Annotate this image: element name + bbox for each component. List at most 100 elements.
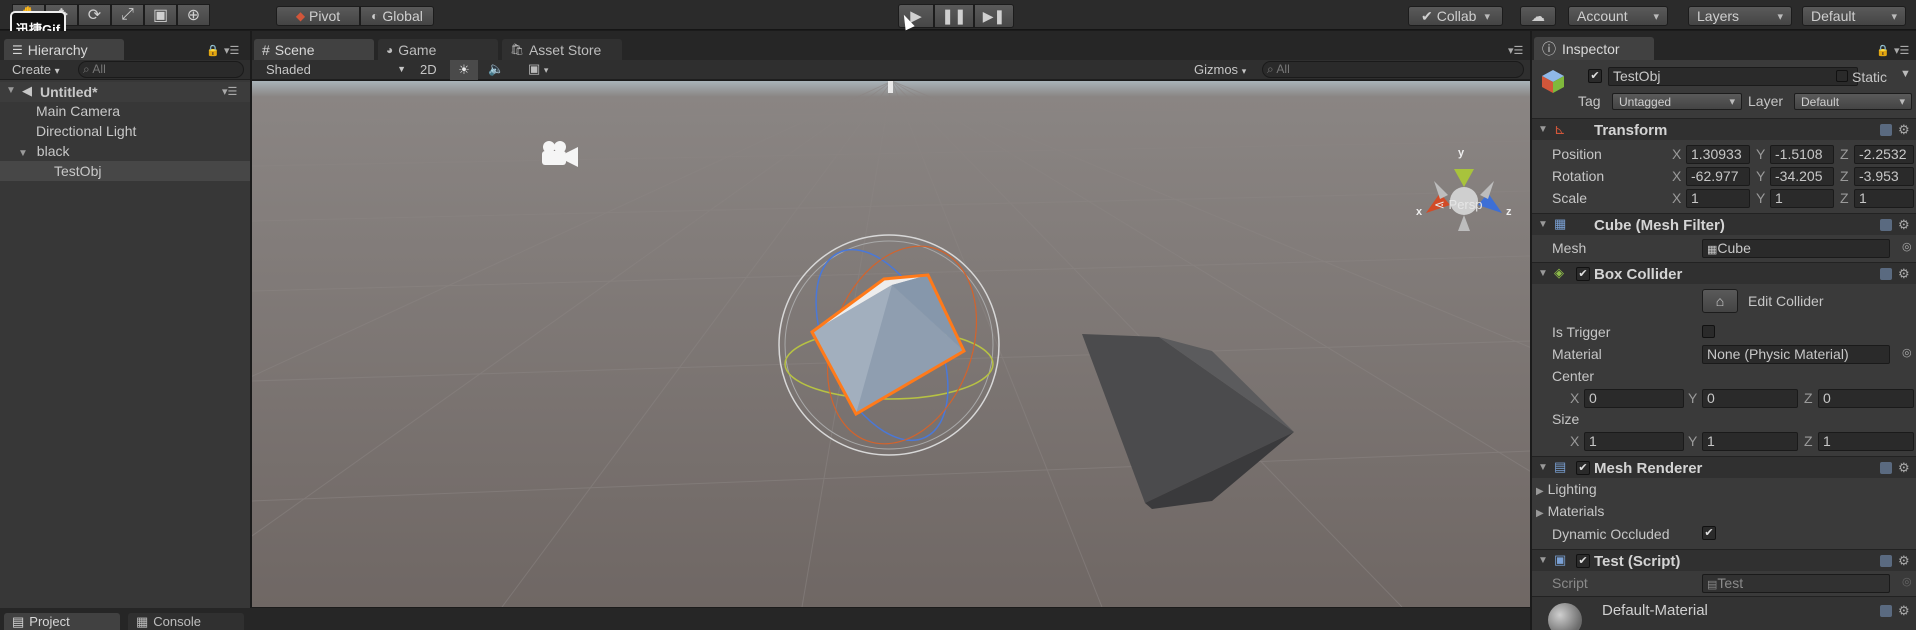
- rotate-tool-button[interactable]: ⟳: [78, 4, 111, 26]
- sun-icon[interactable]: ☀: [450, 60, 478, 80]
- edit-collider-button[interactable]: ⌂: [1702, 289, 1738, 313]
- panel-menu-icon[interactable]: ▾☰: [1894, 44, 1909, 57]
- tab-game[interactable]: ◕ Game: [378, 39, 498, 60]
- layout-dropdown[interactable]: Default: [1802, 6, 1906, 26]
- active-checkbox[interactable]: ✔: [1588, 69, 1602, 83]
- test-script-header[interactable]: ▼ ▣ ✔ Test (Script) ⚙: [1532, 549, 1916, 571]
- object-picker-icon[interactable]: ◎: [1902, 346, 1912, 359]
- hierarchy-item[interactable]: Directional Light: [36, 123, 136, 139]
- material-field[interactable]: None (Physic Material): [1702, 345, 1890, 364]
- gear-icon[interactable]: ⚙: [1898, 553, 1910, 569]
- rect-tool-button[interactable]: ▣: [144, 4, 177, 26]
- tab-hierarchy[interactable]: ☰ Hierarchy: [4, 39, 124, 60]
- size-x-field[interactable]: 1: [1584, 432, 1684, 451]
- scale-x-field[interactable]: 1: [1686, 189, 1750, 208]
- is-trigger-checkbox[interactable]: [1702, 325, 1715, 338]
- help-icon[interactable]: [1880, 555, 1892, 567]
- lock-icon[interactable]: 🔒: [206, 44, 220, 57]
- size-y-field[interactable]: 1: [1702, 432, 1798, 451]
- rotation-x-field[interactable]: -62.977: [1686, 167, 1750, 186]
- panel-menu-icon[interactable]: ▾☰: [1508, 44, 1523, 57]
- globe-icon: ◐: [371, 9, 379, 23]
- static-checkbox[interactable]: [1836, 70, 1848, 82]
- position-x-field[interactable]: 1.30933: [1686, 145, 1750, 164]
- center-x-field[interactable]: 0: [1584, 389, 1684, 408]
- gear-icon[interactable]: ⚙: [1898, 266, 1910, 282]
- account-dropdown[interactable]: Account: [1568, 6, 1668, 26]
- layers-dropdown[interactable]: Layers: [1688, 6, 1792, 26]
- global-button[interactable]: ◐ Global: [360, 6, 434, 26]
- hierarchy-item[interactable]: Main Camera: [36, 103, 120, 119]
- mesh-renderer-header[interactable]: ▼ ▤ ✔ Mesh Renderer ⚙: [1532, 456, 1916, 478]
- object-picker-icon[interactable]: ◎: [1902, 240, 1912, 253]
- pause-button[interactable]: ❚❚: [934, 4, 974, 28]
- tab-scene[interactable]: # Scene: [254, 39, 374, 60]
- size-z-field[interactable]: 1: [1818, 432, 1914, 451]
- create-dropdown[interactable]: Create ▾: [12, 62, 60, 77]
- mesh-renderer-enabled-checkbox[interactable]: ✔: [1576, 461, 1590, 475]
- tab-inspector[interactable]: ⓘ Inspector: [1534, 37, 1654, 60]
- scale-z-field[interactable]: 1: [1854, 189, 1914, 208]
- help-icon[interactable]: [1880, 605, 1892, 617]
- tag-value: Untagged: [1619, 94, 1672, 109]
- help-icon[interactable]: [1880, 268, 1892, 280]
- scene-menu-icon[interactable]: ▾☰: [222, 85, 237, 98]
- center-y-field[interactable]: 0: [1702, 389, 1798, 408]
- rotation-z-field[interactable]: -3.953: [1854, 167, 1914, 186]
- tag-dropdown[interactable]: Untagged: [1612, 93, 1742, 110]
- center-z-field[interactable]: 0: [1818, 389, 1914, 408]
- tab-console[interactable]: ▦ Console: [128, 613, 244, 630]
- mesh-field[interactable]: ▦Cube: [1702, 239, 1890, 258]
- scene-row[interactable]: ▼ ◀ Untitled* ▾☰: [0, 82, 250, 102]
- gear-icon[interactable]: ⚙: [1898, 122, 1910, 138]
- scene-viewport[interactable]: y x z ⋖ Persp: [252, 81, 1530, 607]
- tab-asset-store[interactable]: 🛍 Asset Store: [502, 39, 622, 60]
- projection-toggle[interactable]: ⋖ Persp: [1434, 197, 1483, 213]
- box-collider-enabled-checkbox[interactable]: ✔: [1576, 267, 1590, 281]
- hierarchy-tab-label: Hierarchy: [27, 41, 88, 58]
- hierarchy-item-selected[interactable]: TestObj: [0, 161, 250, 181]
- folder-icon: ▤: [12, 613, 25, 629]
- static-dropdown-icon[interactable]: ▼: [1900, 68, 1911, 80]
- lock-icon[interactable]: 🔒: [1876, 44, 1890, 57]
- box-collider-header[interactable]: ▼ ◈ ✔ Box Collider ⚙: [1532, 262, 1916, 284]
- tab-project[interactable]: ▤ Project: [4, 613, 120, 630]
- audio-icon[interactable]: 🔈: [488, 61, 504, 77]
- help-icon[interactable]: [1880, 124, 1892, 136]
- lighting-foldout[interactable]: ▶ Lighting: [1536, 481, 1597, 497]
- transform-tool-button[interactable]: ⊕: [177, 4, 210, 26]
- gizmos-dropdown[interactable]: Gizmos ▾: [1194, 62, 1246, 77]
- gear-icon[interactable]: ⚙: [1898, 217, 1910, 233]
- effects-icon[interactable]: ▣ ▾: [528, 61, 548, 77]
- expand-icon: ▼: [6, 85, 16, 96]
- position-z-field[interactable]: -2.2532: [1854, 145, 1914, 164]
- shading-dropdown[interactable]: Shaded ▼: [266, 62, 406, 77]
- material-preview-header[interactable]: Default-Material ⚙: [1532, 596, 1916, 630]
- scale-tool-button[interactable]: ⤢: [111, 4, 144, 26]
- collab-dropdown[interactable]: ✔ Collab: [1408, 6, 1503, 26]
- axis-x-label: X: [1672, 146, 1682, 162]
- scale-y-field[interactable]: 1: [1770, 189, 1834, 208]
- step-button[interactable]: ▶❚: [974, 4, 1014, 28]
- gear-icon[interactable]: ⚙: [1898, 603, 1910, 619]
- position-y-field[interactable]: -1.5108: [1770, 145, 1834, 164]
- materials-foldout[interactable]: ▶ Materials: [1536, 503, 1604, 519]
- hierarchy-search-input[interactable]: ⌕ All: [78, 61, 244, 78]
- hierarchy-item-group[interactable]: ▼ black: [18, 143, 69, 159]
- layer-dropdown[interactable]: Default: [1794, 93, 1912, 110]
- mesh-filter-header[interactable]: ▼ ▦ Cube (Mesh Filter) ⚙: [1532, 213, 1916, 235]
- toggle-2d-button[interactable]: 2D: [420, 62, 437, 77]
- dynamic-occluded-checkbox[interactable]: ✔: [1702, 526, 1716, 540]
- help-icon[interactable]: [1880, 462, 1892, 474]
- panel-menu-icon[interactable]: ▾☰: [224, 44, 239, 57]
- cloud-button[interactable]: ☁: [1520, 6, 1556, 26]
- transform-header[interactable]: ▼ ⊾ Transform ⚙: [1532, 118, 1916, 140]
- test-script-enabled-checkbox[interactable]: ✔: [1576, 554, 1590, 568]
- rotation-y-field[interactable]: -34.205: [1770, 167, 1834, 186]
- pivot-button[interactable]: ◆ Pivot: [276, 6, 360, 26]
- help-icon[interactable]: [1880, 219, 1892, 231]
- gear-icon[interactable]: ⚙: [1898, 460, 1910, 476]
- scene-search-input[interactable]: ⌕ All: [1262, 61, 1524, 78]
- pacman-icon: ◕: [386, 42, 394, 57]
- object-name-field[interactable]: TestObj: [1608, 67, 1858, 86]
